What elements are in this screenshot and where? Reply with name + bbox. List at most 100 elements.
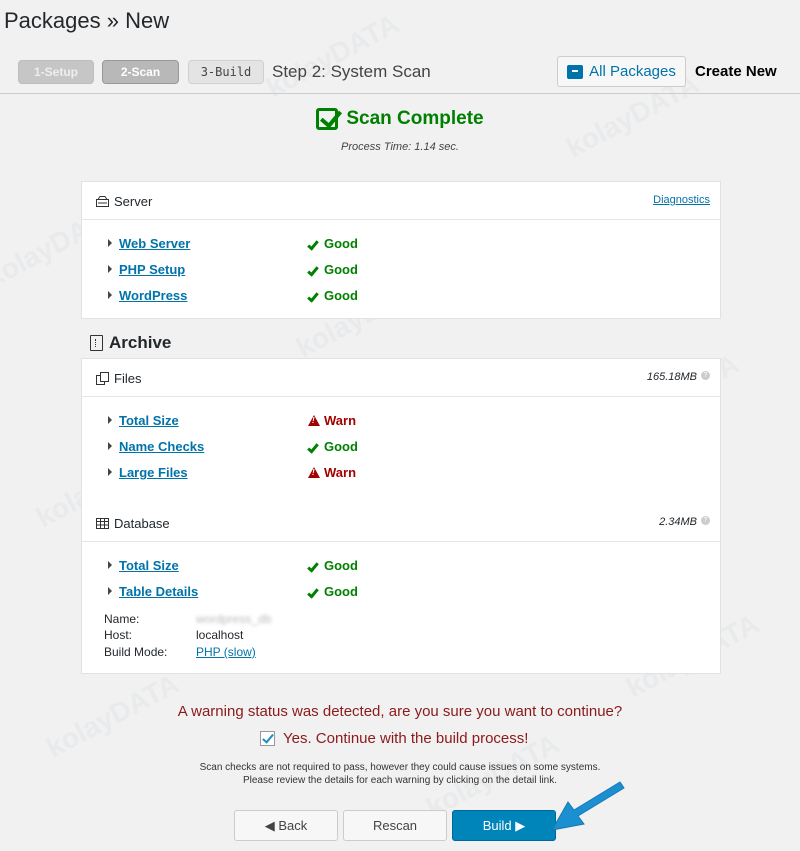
back-button[interactable]: ◀ Back (234, 810, 338, 841)
database-title-label: Database (114, 516, 170, 531)
expand-arrow-icon (108, 239, 112, 247)
check-icon (307, 263, 319, 277)
check-status: Good (307, 584, 358, 599)
check-icon (307, 585, 319, 599)
database-header: Database 2.34MB? (82, 504, 720, 542)
server-title: Server (96, 194, 152, 209)
check-status: Warn (308, 413, 356, 428)
expand-arrow-icon (108, 587, 112, 595)
check-row[interactable]: WordPress Good (82, 285, 720, 311)
status-label: Good (324, 439, 358, 454)
check-row[interactable]: Name Checks Good (82, 436, 720, 462)
expand-arrow-icon (108, 291, 112, 299)
database-checks: Total Size Good Table Details Good (82, 542, 720, 607)
help-icon[interactable]: ? (701, 371, 710, 380)
expand-arrow-icon (108, 442, 112, 450)
scan-note-1: Scan checks are not required to pass, ho… (199, 762, 601, 773)
expand-arrow-icon (108, 416, 112, 424)
files-size: 165.18MB (646, 371, 697, 383)
check-row[interactable]: Table Details Good (82, 581, 720, 607)
status-label: Warn (324, 465, 357, 480)
check-name[interactable]: Name Checks (119, 439, 204, 454)
status-label: Good (324, 558, 358, 573)
scan-complete-label: Scan Complete (346, 108, 484, 129)
db-name-value: wordpress_db (196, 612, 272, 626)
continue-checkbox[interactable]: Yes. Continue with the build process! (260, 730, 528, 747)
check-name[interactable]: Web Server (119, 236, 190, 251)
check-name[interactable]: Total Size (119, 413, 179, 428)
check-status: Warn (308, 465, 356, 480)
help-icon[interactable]: ? (701, 516, 710, 525)
files-header: Files 165.18MB? (82, 359, 720, 397)
database-size: 2.34MB (659, 516, 697, 528)
files-size-wrap: 165.18MB? (647, 371, 710, 383)
status-label: Good (324, 288, 358, 303)
status-label: Warn (324, 413, 357, 428)
check-row[interactable]: Large Files Warn (82, 462, 720, 488)
check-name[interactable]: WordPress (119, 288, 187, 303)
files-icon (96, 372, 109, 385)
db-host-label: Host: (104, 628, 133, 642)
check-status: Good (307, 262, 358, 277)
database-title: Database (96, 516, 170, 531)
step-build: 3-Build (188, 60, 264, 84)
check-row[interactable]: PHP Setup Good (82, 259, 720, 285)
expand-arrow-icon (108, 561, 112, 569)
step-scan: 2-Scan (102, 60, 179, 84)
create-new-link[interactable]: Create New (695, 63, 777, 80)
build-mode-link[interactable]: PHP (slow) (196, 645, 256, 659)
diagnostics-wrap: Diagnostics (653, 194, 710, 206)
check-name[interactable]: Large Files (119, 465, 188, 480)
page-title: Packages » New (4, 8, 170, 33)
check-row[interactable]: Web Server Good (82, 233, 720, 259)
diagnostics-link[interactable]: Diagnostics (653, 194, 710, 206)
continue-label: Yes. Continue with the build process! (283, 730, 529, 747)
warning-icon (308, 467, 320, 478)
scan-complete-heading: Scan Complete (0, 108, 800, 130)
check-status: Good (307, 439, 358, 454)
check-icon (307, 289, 319, 303)
check-row[interactable]: Total Size Good (82, 555, 720, 581)
check-name[interactable]: Total Size (119, 558, 179, 573)
files-title-label: Files (114, 371, 142, 386)
check-name[interactable]: Table Details (119, 584, 198, 599)
warning-message: A warning status was detected, are you s… (177, 703, 623, 720)
server-checks: Web Server Good PHP Setup Good WordPress… (82, 220, 720, 311)
server-icon (96, 196, 109, 207)
check-status: Good (307, 236, 358, 251)
archive-panel: Files 165.18MB? Total Size Warn Name Che… (81, 358, 721, 674)
server-title-label: Server (114, 194, 153, 209)
all-packages-button[interactable]: All Packages (557, 56, 686, 87)
build-mode-label: Build Mode: (104, 645, 168, 659)
check-status: Good (307, 558, 358, 573)
db-name-label: Name: (104, 612, 140, 626)
checkbox-checked-icon[interactable] (260, 731, 275, 746)
table-icon (96, 518, 109, 529)
build-button[interactable]: Build ▶ (452, 810, 556, 841)
database-size-wrap: 2.34MB? (659, 516, 710, 528)
files-checks: Total Size Warn Name Checks Good Large F… (82, 397, 720, 488)
files-title: Files (96, 371, 141, 386)
rescan-button[interactable]: Rescan (343, 810, 447, 841)
db-host-value: localhost (196, 628, 244, 642)
archive-box-icon (567, 64, 584, 79)
archive-heading-label: Archive (109, 333, 172, 352)
check-icon (307, 559, 319, 573)
step-caption: Step 2: System Scan (272, 62, 431, 81)
check-row[interactable]: Total Size Warn (82, 410, 720, 436)
steps-bar: 1-Setup 2-Scan 3-Build Step 2: System Sc… (0, 56, 800, 94)
check-square-icon (316, 108, 339, 130)
check-status: Good (307, 288, 358, 303)
expand-arrow-icon (108, 265, 112, 273)
process-time: Process Time: 1.14 sec. (341, 141, 459, 153)
warning-icon (308, 415, 320, 426)
check-name[interactable]: PHP Setup (119, 262, 185, 277)
file-archive-icon (90, 335, 103, 351)
status-label: Good (324, 584, 358, 599)
all-packages-label: All Packages (589, 63, 676, 80)
expand-arrow-icon (108, 468, 112, 476)
server-panel-header: Server Diagnostics (82, 182, 720, 220)
archive-heading: Archive (90, 333, 171, 353)
step-setup: 1-Setup (18, 60, 94, 84)
check-icon (307, 440, 319, 454)
